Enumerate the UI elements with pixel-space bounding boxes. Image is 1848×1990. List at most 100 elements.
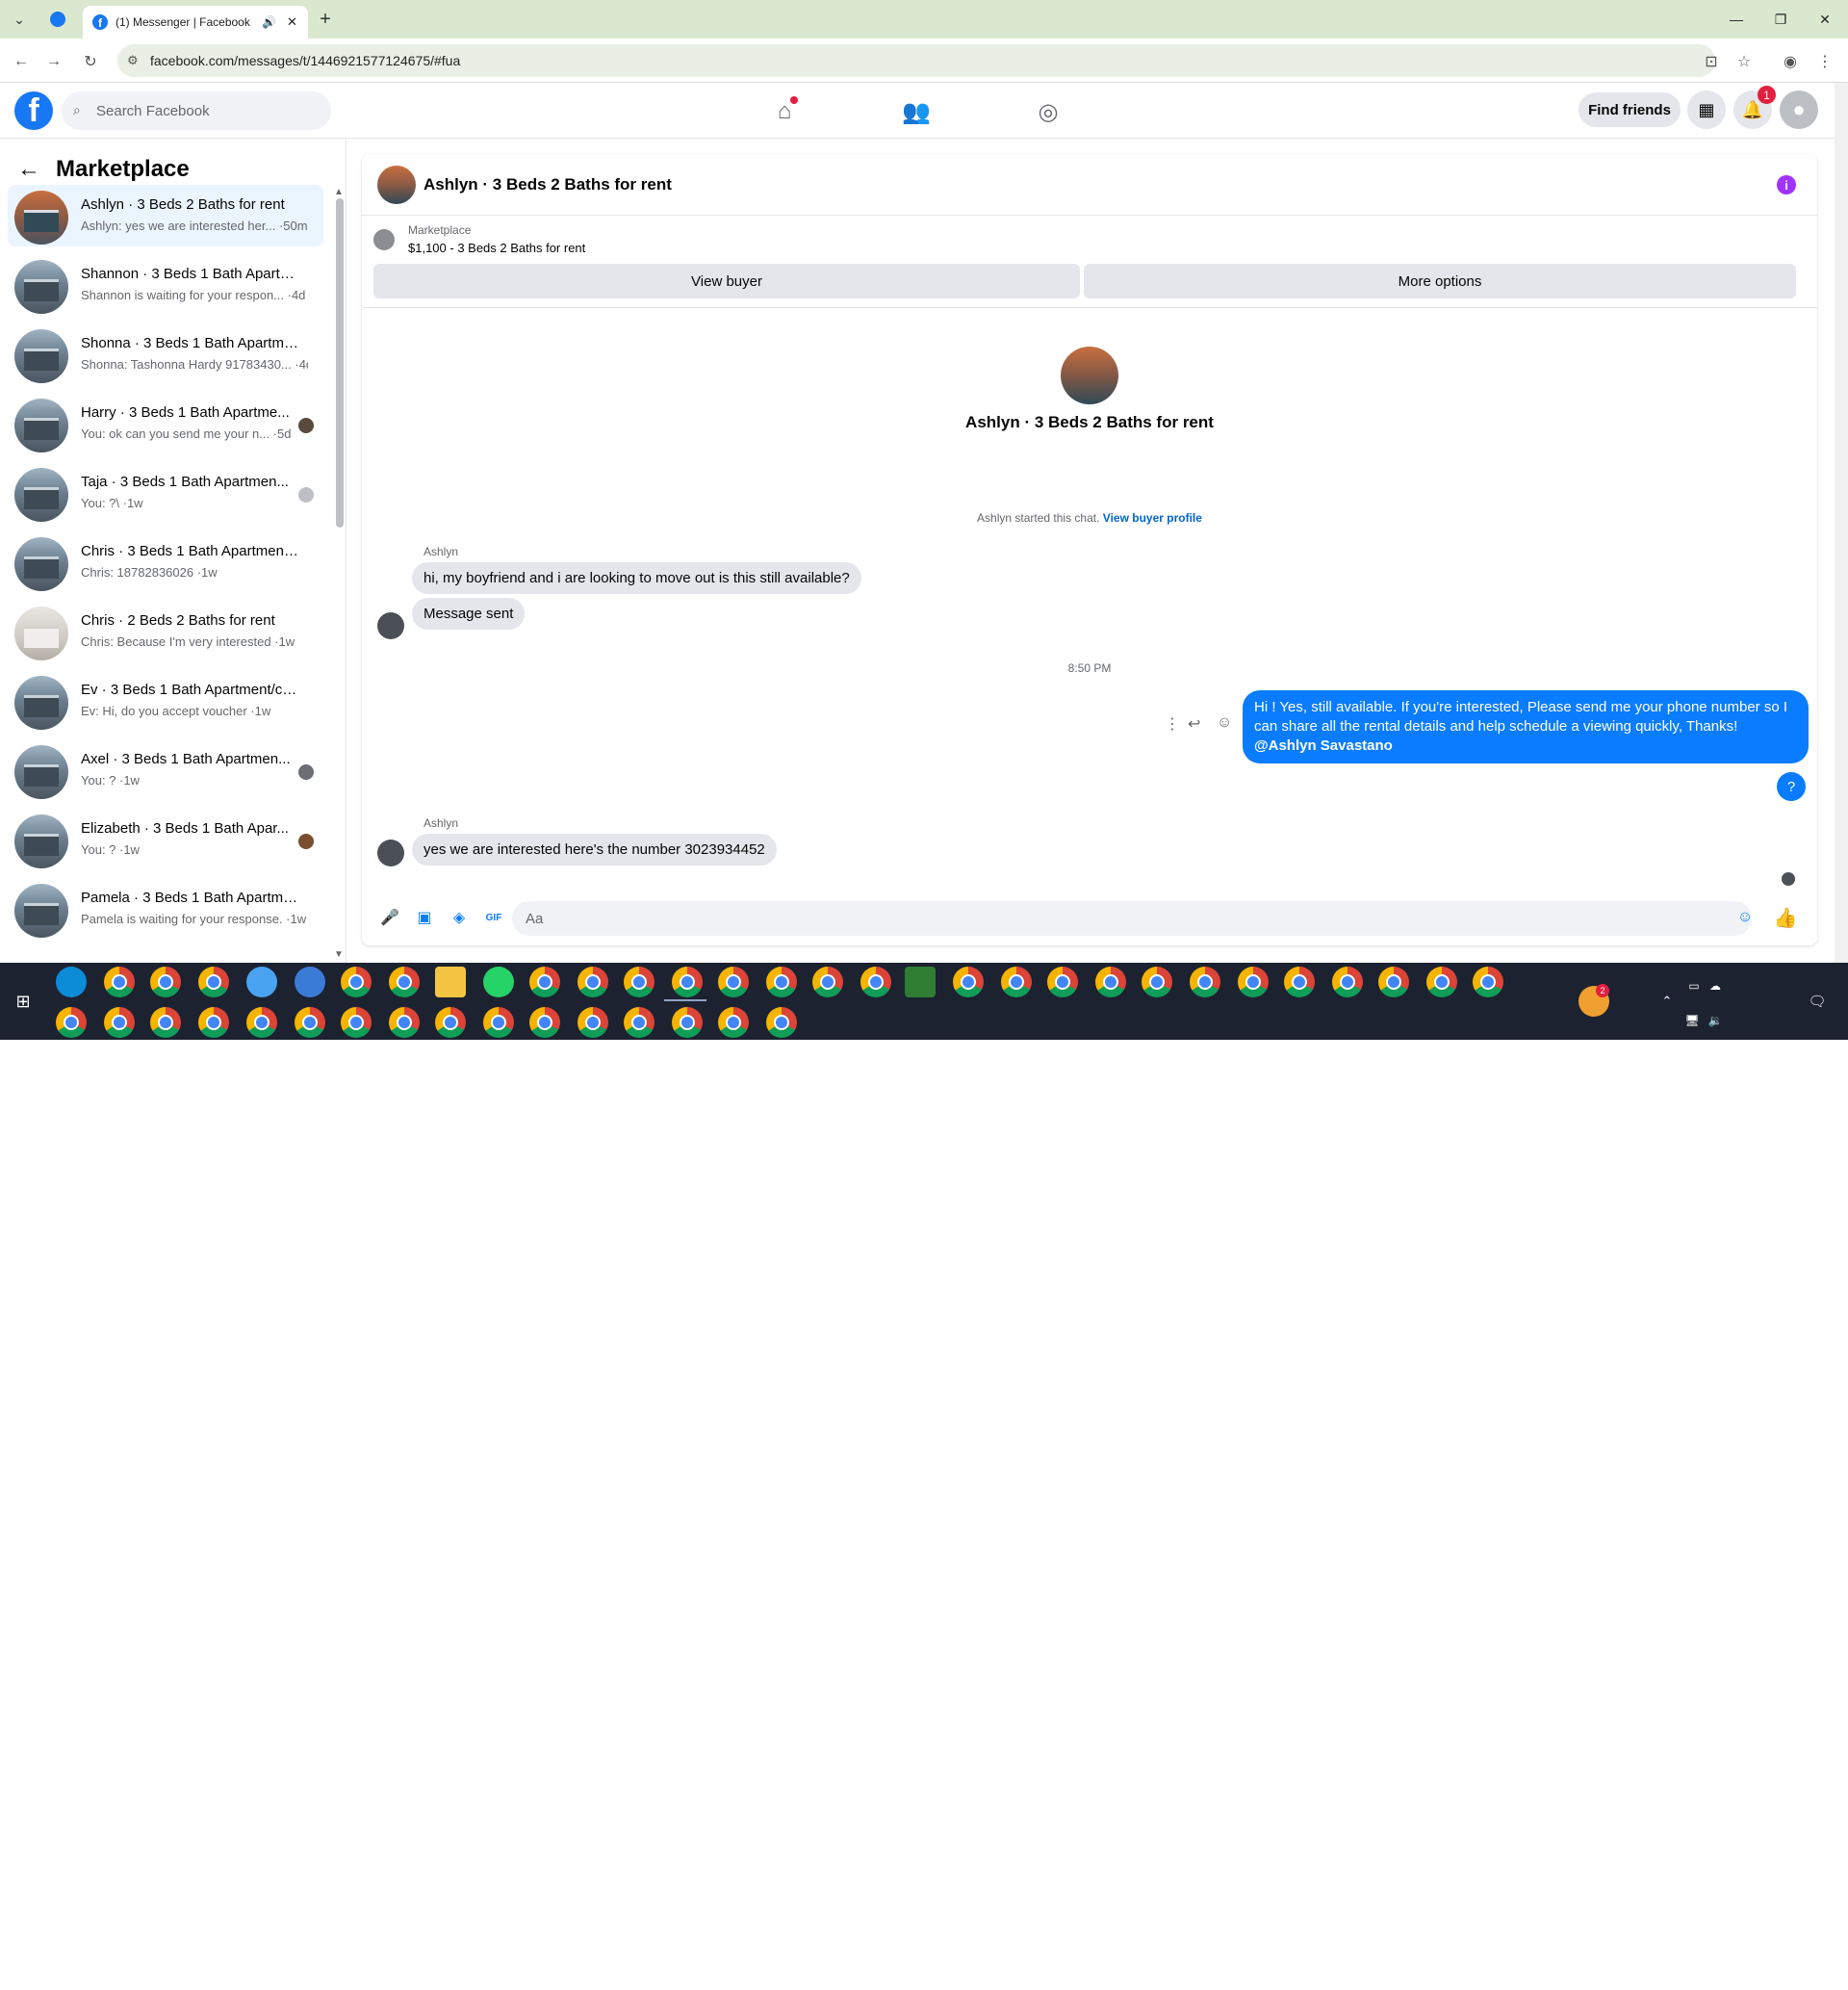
chrome-icon[interactable] <box>1378 967 1409 997</box>
listing-price-title[interactable]: $1,100 - 3 Beds 2 Baths for rent <box>408 241 585 255</box>
url-field[interactable]: ⚙ facebook.com/messages/t/14469215771246… <box>117 44 1715 77</box>
file-explorer-icon[interactable] <box>435 967 466 997</box>
chrome-icon[interactable] <box>246 1007 277 1038</box>
incoming-message[interactable]: hi, my boyfriend and i are looking to mo… <box>412 562 861 594</box>
chrome-icon[interactable] <box>389 1007 420 1038</box>
clock-time[interactable]: 9:49 PM <box>1732 1937 1790 1951</box>
chrome-icon[interactable] <box>198 967 229 997</box>
profile-icon[interactable]: ◉ <box>1779 50 1802 73</box>
bookmark-star-icon[interactable]: ☆ <box>1732 50 1756 73</box>
cloud-icon[interactable]: ☁ <box>1700 970 1731 1001</box>
reload-icon[interactable]: ↻ <box>79 50 102 73</box>
chrome-icon[interactable] <box>56 1007 87 1038</box>
app-icon[interactable] <box>295 967 325 997</box>
chrome-icon[interactable] <box>1332 967 1363 997</box>
back-arrow-icon[interactable]: ← <box>10 50 33 73</box>
chrome-icon[interactable] <box>1473 967 1503 997</box>
install-app-icon[interactable]: ⊡ <box>1700 50 1723 73</box>
outgoing-message[interactable]: Hi ! Yes, still available. If you're int… <box>1243 690 1809 763</box>
chrome-icon[interactable] <box>389 967 420 997</box>
more-options-button[interactable]: More options <box>1084 264 1796 298</box>
chrome-icon[interactable] <box>529 967 560 997</box>
chrome-icon[interactable] <box>718 1007 749 1038</box>
new-tab-button[interactable]: + <box>314 8 337 31</box>
menu-grid-icon[interactable]: ▦ <box>1687 90 1726 129</box>
react-emoji-icon[interactable]: ☺ <box>1217 714 1232 732</box>
tab-messenger[interactable]: f (1) Messenger | Facebook 🔊 ✕ <box>83 6 308 39</box>
search-input[interactable]: ⌕ Search Facebook <box>62 91 331 130</box>
chrome-icon[interactable] <box>341 1007 372 1038</box>
chrome-icon[interactable] <box>435 1007 466 1038</box>
chrome-icon[interactable] <box>1284 967 1315 997</box>
chrome-icon[interactable] <box>1047 967 1078 997</box>
chrome-icon[interactable] <box>1426 967 1457 997</box>
app-icon[interactable] <box>246 967 277 997</box>
spreadsheet-icon[interactable] <box>905 967 936 997</box>
back-arrow-icon[interactable]: ← <box>17 156 40 183</box>
chrome-icon[interactable] <box>624 967 654 997</box>
whatsapp-icon[interactable] <box>483 967 514 997</box>
conversation-item[interactable]: Shannon · 3 Beds 1 Bath Apartm... Shanno… <box>8 254 323 316</box>
minimize-button[interactable]: — <box>1715 8 1758 31</box>
scroll-up-arrow-icon[interactable]: ▲ <box>334 187 344 197</box>
volume-icon[interactable]: 🔉 <box>1700 1005 1731 1036</box>
clock-day[interactable]: Friday <box>1732 1956 1790 1970</box>
chrome-icon[interactable] <box>295 1007 325 1038</box>
sticker-icon[interactable]: ◈ <box>449 907 470 928</box>
conversation-item[interactable]: Taja · 3 Beds 1 Bath Apartmen... You: ?\… <box>8 462 323 524</box>
incoming-message[interactable]: Message sent <box>412 598 526 630</box>
conversation-item[interactable]: Ashlyn · 3 Beds 2 Baths for rent Ashlyn:… <box>8 185 323 246</box>
edge-icon[interactable] <box>56 967 87 997</box>
conversation-item[interactable]: Ev · 3 Beds 1 Bath Apartment/co... Ev: H… <box>8 670 323 732</box>
listing-avatar[interactable] <box>377 166 416 204</box>
page-scrollbar[interactable] <box>1835 83 1848 963</box>
chrome-icon[interactable] <box>672 967 703 997</box>
close-tab-icon[interactable]: ✕ <box>287 14 297 30</box>
help-button[interactable]: ? <box>1777 772 1806 801</box>
close-window-button[interactable]: ✕ <box>1804 8 1846 31</box>
chrome-icon[interactable] <box>104 967 135 997</box>
weather-icon[interactable]: 2 <box>1578 984 1609 1017</box>
chrome-icon[interactable] <box>1238 967 1269 997</box>
chrome-icon[interactable] <box>1142 967 1172 997</box>
reply-icon[interactable]: ↩ <box>1188 714 1200 734</box>
chrome-icon[interactable] <box>718 967 749 997</box>
incoming-message[interactable]: yes we are interested here's the number … <box>412 834 777 866</box>
chrome-icon[interactable] <box>953 967 984 997</box>
gif-icon[interactable]: GIF <box>483 907 504 928</box>
photo-icon[interactable]: ▣ <box>414 907 435 928</box>
chrome-icon[interactable] <box>766 1007 797 1038</box>
chrome-icon[interactable] <box>812 967 843 997</box>
chrome-icon[interactable] <box>104 1007 135 1038</box>
sender-avatar[interactable] <box>377 840 404 866</box>
view-buyer-button[interactable]: View buyer <box>373 264 1080 298</box>
clock-date[interactable]: 3/6/2026 <box>1732 1977 1790 1990</box>
scroll-down-arrow-icon[interactable]: ▼ <box>334 949 344 960</box>
chrome-icon[interactable] <box>1095 967 1126 997</box>
conversation-item[interactable]: Chris · 2 Beds 2 Baths for rent Chris: B… <box>8 601 323 662</box>
conversation-item[interactable]: Elizabeth · 3 Beds 1 Bath Apar... You: ?… <box>8 809 323 870</box>
chrome-icon[interactable] <box>150 967 181 997</box>
home-icon[interactable]: ⌂ <box>765 92 804 131</box>
restore-button[interactable]: ❐ <box>1759 8 1802 31</box>
chrome-icon[interactable] <box>672 1007 703 1038</box>
conversation-item[interactable]: Pamela · 3 Beds 1 Bath Apartme... Pamela… <box>8 878 323 940</box>
chrome-icon[interactable] <box>578 1007 608 1038</box>
account-avatar[interactable]: ● <box>1780 90 1818 129</box>
chrome-icon[interactable] <box>341 967 372 997</box>
pinned-facebook-tab[interactable] <box>46 8 69 31</box>
browser-menu-icon[interactable]: ⋮ <box>1813 50 1836 73</box>
chrome-icon[interactable] <box>529 1007 560 1038</box>
conversation-item[interactable]: Chris · 3 Beds 1 Bath Apartment/... Chri… <box>8 531 323 593</box>
find-friends-button[interactable]: Find friends <box>1578 92 1681 127</box>
speaker-icon[interactable]: 🔊 <box>262 15 276 29</box>
like-thumb-icon[interactable]: 👍 <box>1774 907 1798 929</box>
conversation-item[interactable]: Axel · 3 Beds 1 Bath Apartmen... You: ? … <box>8 739 323 801</box>
chrome-icon[interactable] <box>766 967 797 997</box>
message-input[interactable] <box>512 901 1752 936</box>
windows-start-icon[interactable]: ⊞ <box>8 986 38 1017</box>
info-icon[interactable]: i <box>1777 175 1796 194</box>
friends-icon[interactable]: 👥 <box>897 92 936 131</box>
chrome-icon[interactable] <box>1001 967 1032 997</box>
conversation-item[interactable]: Shonna · 3 Beds 1 Bath Apartme... Shonna… <box>8 323 323 385</box>
